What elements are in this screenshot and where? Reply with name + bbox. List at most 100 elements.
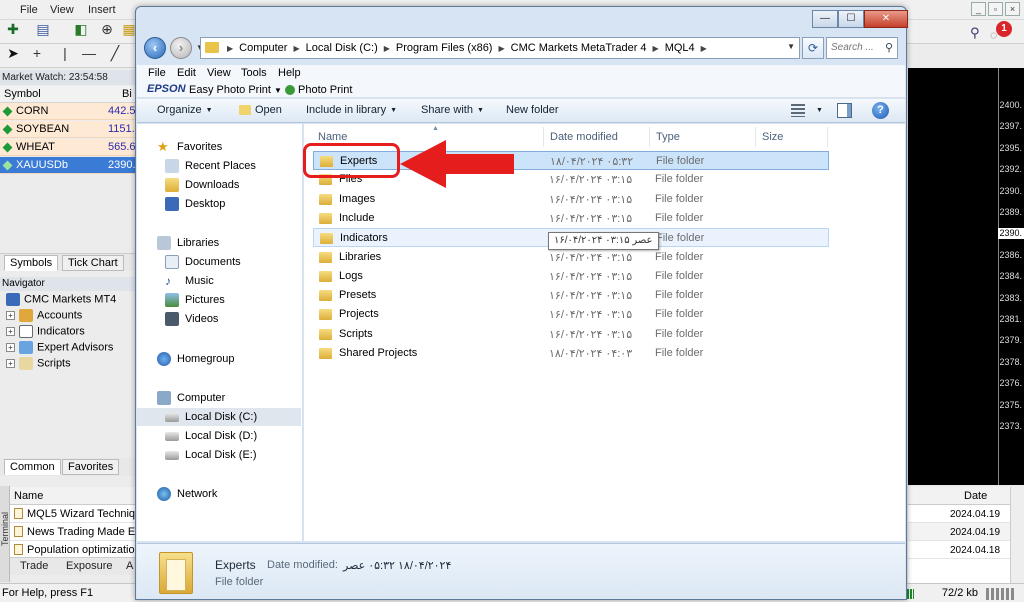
nav-recent-places[interactable]: Recent Places (137, 157, 301, 175)
price-chart[interactable]: 2400.2397.2395.2392.2390.2389.2387.2386.… (908, 68, 1024, 485)
terminal-col-date[interactable]: Date (908, 487, 1024, 505)
market-watch-col-bid[interactable]: Bi (122, 88, 132, 100)
refresh-button[interactable]: ⟳ (802, 37, 824, 59)
breadcrumb-separator-icon[interactable]: ▶ (384, 44, 390, 53)
tab-trade[interactable]: Trade (20, 560, 48, 572)
menu-tools[interactable]: Tools (241, 67, 267, 79)
nav-local-disk-e[interactable]: Local Disk (E:) (137, 446, 301, 464)
crosshair-tool-icon[interactable]: + (28, 44, 46, 62)
change-view-icon[interactable] (791, 104, 805, 117)
breadcrumb-mql4[interactable]: MQL4 (665, 42, 695, 54)
nav-music[interactable]: ♪ Music (137, 272, 301, 290)
navigator-item-indicators[interactable]: + Indicators (6, 325, 85, 338)
search-icon[interactable]: ⚲ (970, 25, 980, 41)
include-in-library-button[interactable]: Include in library ▼ (306, 104, 397, 116)
new-order-icon[interactable]: ✚ (4, 20, 22, 38)
new-folder-button[interactable]: New folder (506, 104, 559, 116)
navigator-item-expert-advisors[interactable]: + Expert Advisors (6, 341, 113, 354)
forward-button[interactable]: › (170, 37, 192, 59)
file-row-scripts[interactable]: Scripts ۱۶/۰۴/۲۰۲۴ ۰۳:۱۵ File folder (313, 325, 829, 344)
trendline-icon[interactable]: ╱ (106, 44, 124, 62)
tab-account-history[interactable]: A (126, 560, 133, 572)
mt4-menu-file[interactable]: File (20, 4, 38, 16)
open-button[interactable]: Open (239, 104, 282, 116)
address-bar[interactable]: ▶ Computer ▶ Local Disk (C:) ▶ Program F… (200, 37, 800, 59)
file-row-include[interactable]: Include ۱۶/۰۴/۲۰۲۴ ۰۳:۱۵ File folder (313, 209, 829, 228)
close-button[interactable]: ✕ (864, 10, 908, 28)
nav-network[interactable]: Network (137, 485, 301, 503)
nav-videos[interactable]: Videos (137, 310, 301, 328)
market-watch-row[interactable]: CORN 442.5 (0, 103, 140, 120)
nav-favorites[interactable]: ★ Favorites (137, 138, 301, 156)
file-row-projects[interactable]: Projects ۱۶/۰۴/۲۰۲۴ ۰۳:۱۵ File folder (313, 305, 829, 324)
file-row-shared-projects[interactable]: Shared Projects ۱۸/۰۴/۲۰۲۴ ۰۴:۰۳ File fold… (313, 344, 829, 363)
column-header-type[interactable]: Type (650, 127, 756, 147)
terminal-row[interactable]: MQL5 Wizard Technique (10, 505, 140, 523)
nav-documents[interactable]: Documents (137, 253, 301, 271)
market-watch-icon[interactable]: ◧ (72, 20, 90, 38)
nav-downloads[interactable]: Downloads (137, 176, 301, 194)
cursor-icon[interactable]: ➤ (4, 44, 22, 62)
tab-exposure[interactable]: Exposure (66, 560, 112, 572)
column-header-size[interactable]: Size (756, 127, 828, 147)
terminal-scrollbar[interactable] (1010, 487, 1024, 583)
share-with-button[interactable]: Share with ▼ (421, 104, 484, 116)
market-watch-col-symbol[interactable]: Symbol (4, 88, 41, 100)
expand-icon[interactable]: + (6, 327, 15, 336)
explorer-titlebar[interactable]: — ☐ ✕ (136, 7, 908, 35)
mt4-menu-view[interactable]: View (50, 4, 74, 16)
nav-local-disk-d[interactable]: Local Disk (D:) (137, 427, 301, 445)
photo-print-button[interactable]: Photo Print (298, 84, 352, 96)
breadcrumb-separator-icon[interactable]: ▶ (293, 44, 299, 53)
nav-pictures[interactable]: Pictures (137, 291, 301, 309)
crosshair-icon[interactable]: ⊕ (98, 20, 116, 38)
profiles-icon[interactable]: ▤ (34, 20, 52, 38)
help-icon[interactable]: ? (872, 102, 889, 119)
navigator-root[interactable]: CMC Markets MT4 (6, 293, 116, 306)
view-dropdown-icon[interactable]: ▼ (816, 107, 823, 114)
nav-local-disk-c[interactable]: Local Disk (C:) (137, 408, 301, 426)
organize-button[interactable]: Organize ▼ (157, 104, 213, 116)
breadcrumb-separator-icon[interactable]: ▶ (227, 44, 233, 53)
nav-computer[interactable]: Computer (137, 389, 301, 407)
tab-common[interactable]: Common (4, 459, 61, 475)
search-input[interactable]: Search ... (831, 42, 874, 53)
breadcrumb-local-disk-c[interactable]: Local Disk (C:) (306, 42, 378, 54)
file-row-images[interactable]: Images ۱۶/۰۴/۲۰۲۴ ۰۳:۱۵ File folder (313, 190, 829, 209)
tab-tick-chart[interactable]: Tick Chart (62, 255, 124, 271)
mt4-minimize-button[interactable]: _ (971, 2, 986, 16)
search-box[interactable]: Search ... ⚲ (826, 37, 898, 59)
breadcrumb-program-files[interactable]: Program Files (x86) (396, 42, 493, 54)
maximize-button[interactable]: ☐ (838, 10, 864, 28)
mt4-close-button[interactable]: × (1005, 2, 1020, 16)
breadcrumb-computer[interactable]: Computer (239, 42, 287, 54)
breadcrumb-separator-icon[interactable]: ▶ (653, 44, 659, 53)
search-icon[interactable]: ⚲ (885, 41, 893, 54)
breadcrumb-separator-icon[interactable]: ▶ (701, 44, 707, 53)
menu-file[interactable]: File (148, 67, 166, 79)
column-header-date[interactable]: Date modified (544, 127, 650, 147)
menu-view[interactable]: View (207, 67, 231, 79)
market-watch-row[interactable]: WHEAT 565.6 (0, 139, 140, 156)
market-watch-row-selected[interactable]: XAUUSDb 2390.6 (0, 157, 142, 174)
preview-pane-icon[interactable] (837, 103, 852, 118)
address-dropdown-icon[interactable]: ▼ (787, 42, 795, 51)
menu-help[interactable]: Help (278, 67, 301, 79)
expand-icon[interactable]: + (6, 359, 15, 368)
minimize-button[interactable]: — (812, 10, 838, 28)
terminal-col-name[interactable]: Name (14, 490, 43, 502)
expand-icon[interactable]: + (6, 311, 15, 320)
nav-desktop[interactable]: Desktop (137, 195, 301, 213)
expand-icon[interactable]: + (6, 343, 15, 352)
easy-photo-print-button[interactable]: Easy Photo Print ▼ (189, 84, 282, 96)
file-row-logs[interactable]: Logs ۱۶/۰۴/۲۰۲۴ ۰۳:۱۵ File folder (313, 267, 829, 286)
horizontal-line-icon[interactable]: — (80, 44, 98, 62)
mt4-restore-button[interactable]: ▫ (988, 2, 1003, 16)
back-button[interactable]: ‹ (144, 37, 166, 59)
file-row-libraries[interactable]: Libraries ۱۶/۰۴/۲۰۲۴ ۰۳:۱۵ File folder (313, 248, 829, 267)
menu-edit[interactable]: Edit (177, 67, 196, 79)
vertical-line-icon[interactable]: | (56, 44, 74, 62)
nav-libraries[interactable]: Libraries (137, 234, 301, 252)
navigator-item-accounts[interactable]: + Accounts (6, 309, 82, 322)
market-watch-row[interactable]: SOYBEAN 1151.0 (0, 121, 141, 138)
